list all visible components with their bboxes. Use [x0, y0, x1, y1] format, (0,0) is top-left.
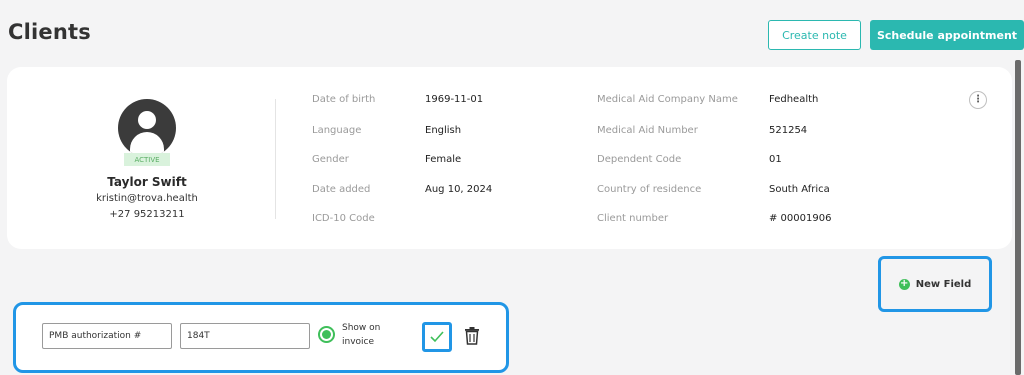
detail-value-medical-aid-company: Fedhealth — [769, 94, 819, 105]
detail-value-client-number: # 00001906 — [769, 213, 832, 224]
detail-label-medical-aid-company: Medical Aid Company Name — [597, 94, 738, 105]
detail-label-gender: Gender — [312, 154, 349, 165]
schedule-appointment-button[interactable]: Schedule appointment — [870, 20, 1024, 50]
divider — [275, 99, 276, 219]
detail-value-language: English — [425, 125, 462, 136]
client-name: Taylor Swift — [107, 175, 187, 189]
create-note-button[interactable]: Create note — [768, 20, 861, 50]
field-name-input[interactable]: PMB authorization # — [42, 323, 172, 349]
new-field-label: New Field — [915, 278, 972, 290]
detail-label-client-number: Client number — [597, 213, 669, 224]
client-email: kristin@trova.health — [96, 193, 198, 204]
show-on-invoice-label: Show on invoice — [342, 323, 381, 347]
detail-label-language: Language — [312, 125, 362, 136]
client-phone: +27 95213211 — [109, 209, 185, 220]
status-badge: ACTIVE — [124, 153, 170, 166]
field-value-input[interactable]: 184T — [180, 323, 310, 349]
detail-label-dob: Date of birth — [312, 94, 376, 105]
detail-value-dob: 1969-11-01 — [425, 94, 484, 105]
confirm-button[interactable] — [422, 322, 452, 352]
plus-circle-icon: + — [898, 278, 910, 290]
trash-icon[interactable] — [464, 327, 480, 345]
detail-value-dependent-code: 01 — [769, 154, 782, 165]
avatar — [118, 99, 176, 157]
show-on-invoice-radio[interactable] — [318, 326, 335, 343]
detail-label-country: Country of residence — [597, 184, 702, 195]
new-field-button[interactable]: + New Field — [878, 256, 992, 312]
page-title: Clients — [8, 20, 91, 44]
detail-value-date-added: Aug 10, 2024 — [425, 184, 493, 195]
custom-field-row: PMB authorization # 184T Show on invoice — [13, 302, 509, 373]
detail-label-icd10: ICD-10 Code — [312, 213, 375, 224]
detail-label-medical-aid-number: Medical Aid Number — [597, 125, 698, 136]
check-icon — [430, 331, 444, 343]
more-options-button[interactable]: ⋮ — [969, 91, 987, 109]
scrollbar[interactable] — [1015, 60, 1021, 375]
detail-label-dependent-code: Dependent Code — [597, 154, 682, 165]
more-icon: ⋮ — [973, 94, 983, 105]
detail-value-country: South Africa — [769, 184, 830, 195]
detail-value-gender: Female — [425, 154, 462, 165]
detail-label-date-added: Date added — [312, 184, 371, 195]
client-card: ACTIVE Taylor Swift kristin@trova.health… — [7, 67, 1012, 249]
detail-value-medical-aid-number: 521254 — [769, 125, 808, 136]
